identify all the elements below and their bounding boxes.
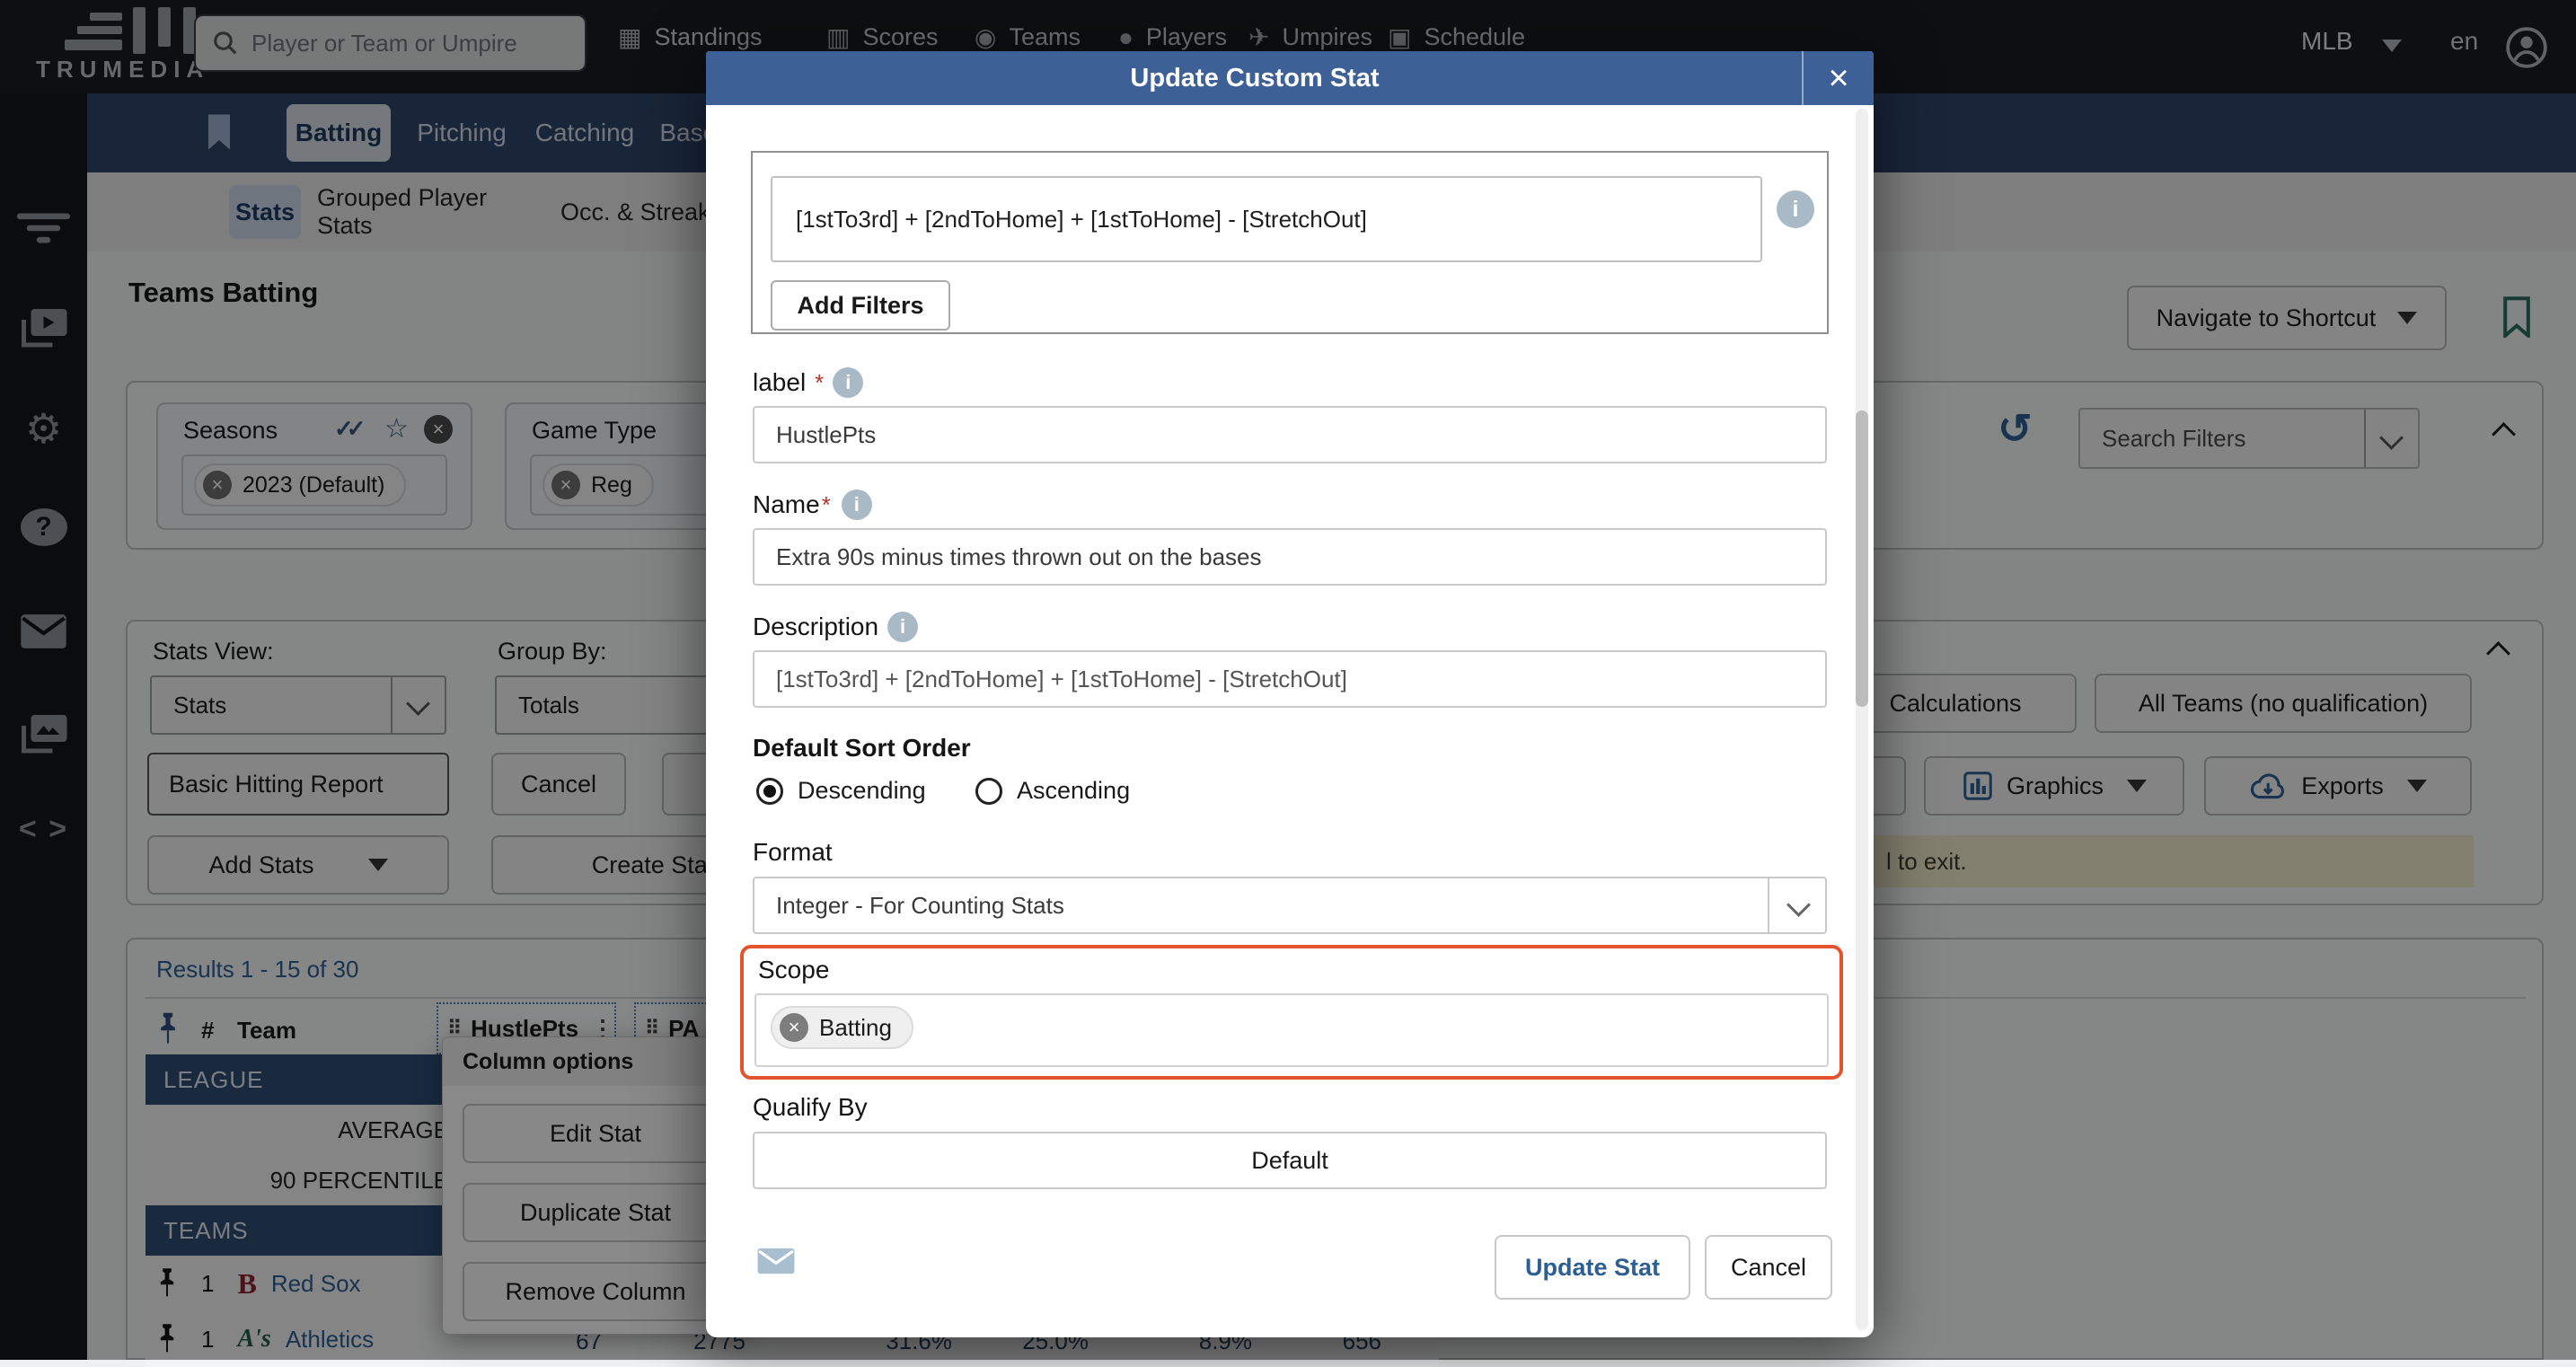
radio-ascending[interactable]: Ascending bbox=[975, 777, 1130, 805]
formula-input[interactable]: [1stTo3rd] + [2ndToHome] + [1stToHome] -… bbox=[771, 176, 1762, 262]
format-select[interactable]: Integer - For Counting Stats bbox=[753, 877, 1827, 934]
close-icon[interactable]: × bbox=[1802, 51, 1874, 105]
label-info-icon[interactable]: i bbox=[833, 367, 863, 398]
remove-scope-icon[interactable]: × bbox=[780, 1013, 808, 1042]
description-field-label: Description i bbox=[753, 612, 918, 642]
name-field-label: Name * i bbox=[753, 489, 872, 520]
required-asterisk: * bbox=[815, 369, 824, 397]
modal-scrollbar[interactable] bbox=[1856, 109, 1868, 1330]
scope-highlight-box: Scope × Batting bbox=[740, 945, 1843, 1080]
radio-selected-icon bbox=[756, 778, 783, 805]
scope-label: Scope bbox=[758, 956, 829, 984]
radio-descending[interactable]: Descending bbox=[756, 777, 926, 805]
required-asterisk: * bbox=[822, 491, 831, 519]
update-custom-stat-modal: Update Custom Stat × [1stTo3rd] + [2ndTo… bbox=[706, 51, 1874, 1337]
scope-chip[interactable]: × Batting bbox=[771, 1006, 913, 1049]
update-stat-button[interactable]: Update Stat bbox=[1495, 1235, 1690, 1300]
format-label: Format bbox=[753, 838, 833, 867]
description-input[interactable]: [1stTo3rd] + [2ndToHome] + [1stToHome] -… bbox=[753, 650, 1827, 708]
qualify-by-label: Qualify By bbox=[753, 1093, 868, 1122]
qualify-by-button[interactable]: Default bbox=[753, 1132, 1827, 1189]
name-input[interactable]: Extra 90s minus times thrown out on the … bbox=[753, 528, 1827, 586]
scope-field[interactable]: × Batting bbox=[754, 993, 1829, 1067]
modal-header: Update Custom Stat × bbox=[706, 51, 1874, 105]
formula-info-icon[interactable]: i bbox=[1777, 190, 1814, 228]
add-filters-button[interactable]: Add Filters bbox=[771, 280, 950, 331]
name-info-icon[interactable]: i bbox=[842, 489, 872, 520]
radio-unselected-icon bbox=[975, 778, 1002, 805]
email-icon[interactable] bbox=[756, 1246, 796, 1276]
modal-cancel-button[interactable]: Cancel bbox=[1705, 1235, 1832, 1300]
label-field-label: label * i bbox=[753, 367, 863, 398]
label-input[interactable]: HustlePts bbox=[753, 406, 1827, 463]
formula-panel: [1stTo3rd] + [2ndToHome] + [1stToHome] -… bbox=[751, 151, 1829, 334]
modal-title: Update Custom Stat bbox=[706, 51, 1804, 105]
sort-order-label: Default Sort Order bbox=[753, 734, 971, 763]
chevron-down-icon bbox=[1786, 893, 1811, 917]
description-info-icon[interactable]: i bbox=[887, 612, 918, 642]
modal-scrollbar-thumb[interactable] bbox=[1856, 410, 1868, 707]
